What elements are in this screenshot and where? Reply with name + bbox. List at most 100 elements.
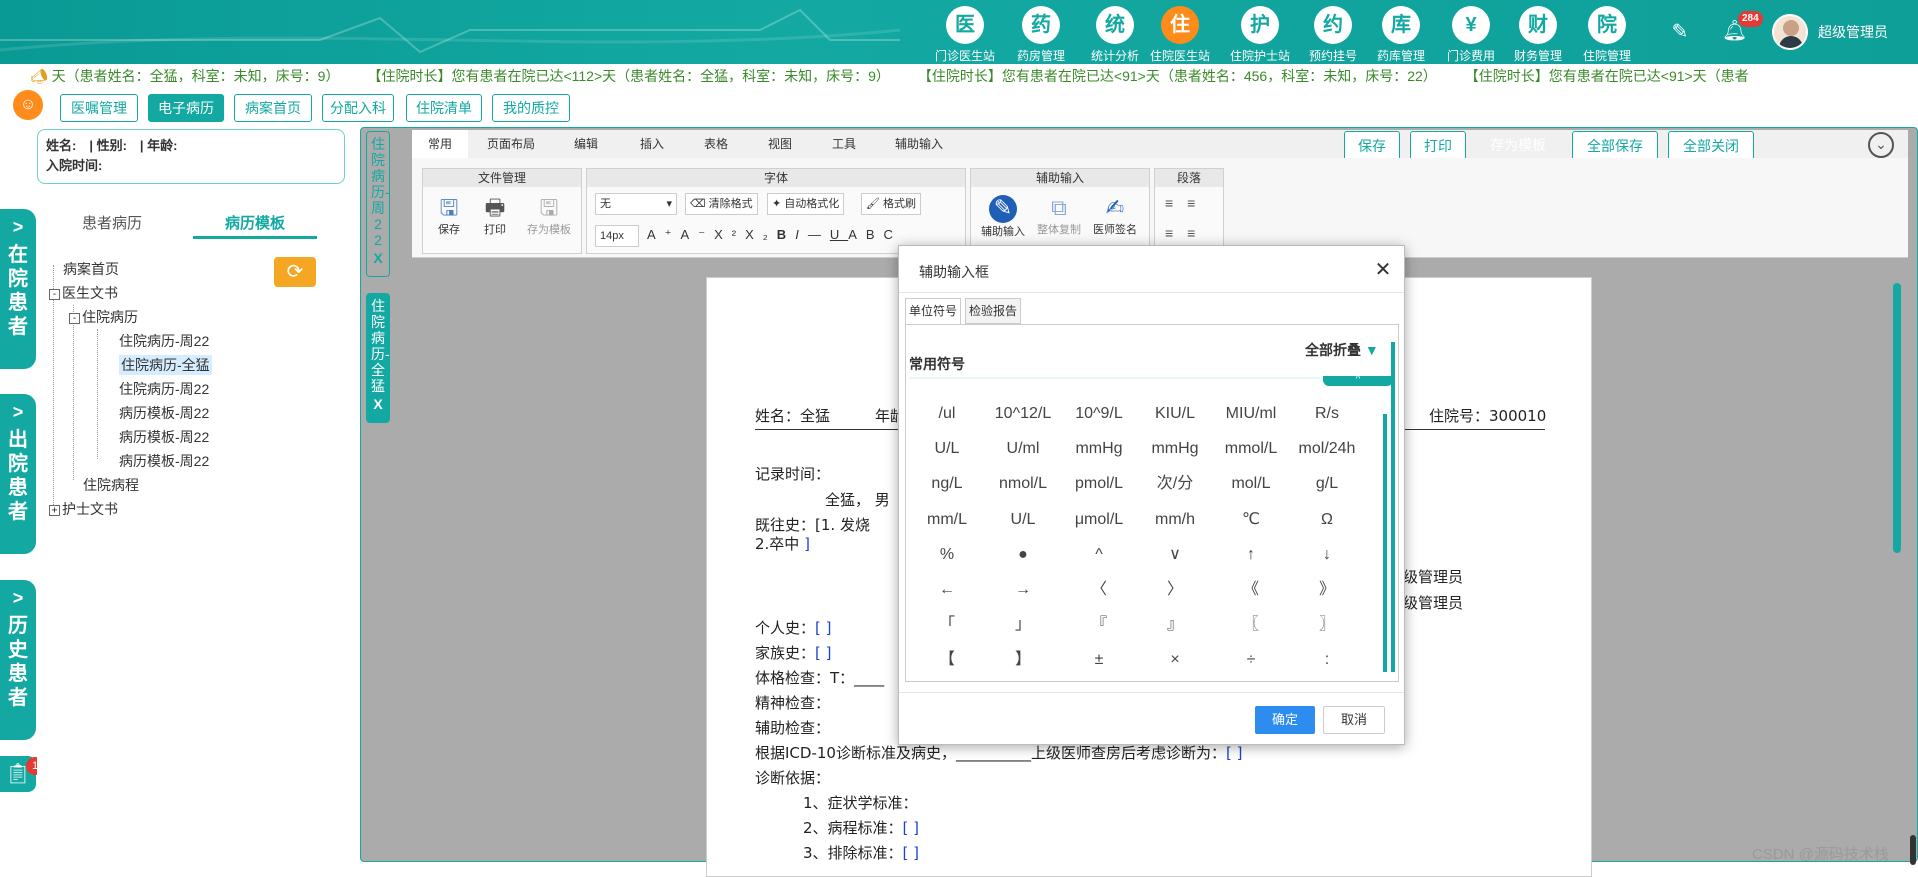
tree-node[interactable]: 病历模板-周22 <box>119 427 209 447</box>
tab-record-templates[interactable]: 病历模板 <box>193 209 317 239</box>
tree-node[interactable]: - 住院病历 <box>69 307 138 327</box>
side-tab-history[interactable]: > 历史患者 <box>0 580 36 740</box>
symbol-option[interactable]: U/ml <box>985 435 1061 463</box>
symbol-option[interactable]: mm/h <box>1137 506 1213 534</box>
collapse-icon[interactable]: - <box>69 312 80 324</box>
symbol-option[interactable]: R/s <box>1289 400 1365 428</box>
close-icon[interactable]: ✕ <box>1371 258 1395 282</box>
tree-node[interactable]: + 护士文书 <box>49 499 118 519</box>
collapse-ribbon-icon[interactable]: ⌄ <box>1868 132 1894 158</box>
align-icons[interactable]: ≡≡ <box>1165 225 1209 241</box>
symbol-option[interactable]: 】 <box>985 646 1061 674</box>
nav-item[interactable]: 住住院医生站 <box>1142 4 1218 63</box>
field-bracket[interactable]: [ ] <box>815 644 831 662</box>
symbol-option[interactable]: μmol/L <box>1061 506 1137 534</box>
tree-node[interactable]: 住院病历-全猛 <box>119 355 212 375</box>
symbol-option[interactable]: 10^9/L <box>1061 400 1137 428</box>
symbol-option[interactable]: mol/L <box>1213 470 1289 498</box>
format-clear-button[interactable]: ⌫ 清除格式 <box>685 193 758 215</box>
symbol-option[interactable]: mm/L <box>909 506 985 534</box>
nav-item[interactable]: 护住院护士站 <box>1222 4 1298 63</box>
symbol-option[interactable]: KIU/L <box>1137 400 1213 428</box>
symbol-option[interactable]: × <box>1137 646 1213 674</box>
tab-unit-symbols[interactable]: 单位符号 <box>905 298 961 324</box>
symbol-option[interactable]: 『 <box>1061 611 1137 639</box>
tab-patient-records[interactable]: 患者病历 <box>47 209 177 239</box>
refresh-button[interactable]: ⟳ <box>274 257 316 287</box>
side-tab-discharged[interactable]: > 出院患者 <box>0 394 36 554</box>
nav-item[interactable]: 药药房管理 <box>1003 4 1079 63</box>
action-button[interactable]: 全部保存 <box>1572 131 1658 161</box>
nav-item[interactable]: 院住院管理 <box>1569 4 1645 63</box>
symbol-option[interactable]: ∨ <box>1137 541 1213 569</box>
top-tab[interactable]: 医嘱管理 <box>60 94 138 122</box>
ribbon-tab[interactable]: 工具 <box>812 130 876 158</box>
ribbon-print-button[interactable]: 🖶 打印 <box>475 195 515 237</box>
symbol-option[interactable]: pmol/L <box>1061 470 1137 498</box>
nav-item[interactable]: 约预约挂号 <box>1295 4 1371 63</box>
aux-input-button[interactable]: ✎ 辅助输入 <box>977 195 1029 239</box>
nav-item[interactable]: 医门诊医生站 <box>927 4 1003 63</box>
ribbon-tab[interactable]: 辅助输入 <box>878 130 960 158</box>
close-icon[interactable]: X <box>367 396 389 412</box>
tree-node[interactable]: 住院病程 <box>83 475 139 495</box>
ribbon-tab[interactable]: 编辑 <box>554 130 618 158</box>
action-button[interactable]: 存为模板 <box>1476 131 1560 161</box>
tab-lab-report[interactable]: 检验报告 <box>965 298 1021 324</box>
symbol-option[interactable]: ↓ <box>1289 541 1365 569</box>
symbol-option[interactable]: mmol/L <box>1213 435 1289 463</box>
symbol-option[interactable]: 》 <box>1289 576 1365 604</box>
symbol-option[interactable]: ÷ <box>1213 646 1289 674</box>
symbol-option[interactable]: mmHg <box>1061 435 1137 463</box>
tree-node[interactable]: 病历模板-周22 <box>119 451 209 471</box>
symbol-option[interactable]: ^ <box>1061 541 1137 569</box>
symbol-option[interactable]: ← <box>909 576 985 604</box>
symbol-option[interactable]: 「 <box>909 611 985 639</box>
symbol-option[interactable]: 10^12/L <box>985 400 1061 428</box>
side-tab-in-hospital[interactable]: > 在院患者 <box>0 209 36 369</box>
nav-item[interactable]: 库药库管理 <box>1363 4 1439 63</box>
tree-node[interactable]: 住院病历-周22 <box>119 331 209 351</box>
page-scrollbar[interactable] <box>1910 835 1916 865</box>
tree-node[interactable]: 病案首页 <box>63 259 119 279</box>
symbol-option[interactable]: ℃ <box>1213 506 1289 534</box>
symbol-option[interactable]: Ω <box>1289 506 1365 534</box>
top-tab[interactable]: 住院清单 <box>406 94 482 122</box>
avatar[interactable] <box>1772 14 1808 50</box>
top-tab[interactable]: 分配入科 <box>322 94 394 122</box>
user-name[interactable]: 超级管理员 <box>1818 22 1888 42</box>
ribbon-save-button[interactable]: 🖫 保存 <box>429 195 469 237</box>
ribbon-tab[interactable]: 表格 <box>684 130 748 158</box>
symbol-option[interactable]: ↑ <box>1213 541 1289 569</box>
nav-item[interactable]: 财财务管理 <box>1500 4 1576 63</box>
close-icon[interactable]: X <box>367 250 389 266</box>
top-tab[interactable]: 电子病历 <box>148 94 224 122</box>
symbol-option[interactable]: MIU/ml <box>1213 400 1289 428</box>
symbol-option[interactable]: 」 <box>985 611 1061 639</box>
ribbon-tab[interactable]: 常用 <box>412 130 468 158</box>
symbol-option[interactable]: nmol/L <box>985 470 1061 498</box>
auto-format-button[interactable]: ✦ 自动格式化 <box>767 193 845 215</box>
format-painter-button[interactable]: 🖌︎ 格式刷 <box>861 193 922 215</box>
edit-icon[interactable]: ✎ <box>1668 20 1692 44</box>
doc-tab[interactable]: 住院病历-全猛 X <box>366 293 390 423</box>
symbol-option[interactable]: → <box>985 576 1061 604</box>
ribbon-tab[interactable]: 插入 <box>620 130 684 158</box>
symbol-option[interactable]: 〈 <box>1061 576 1137 604</box>
confirm-button[interactable]: 确定 <box>1255 706 1315 734</box>
editor-scrollbar[interactable] <box>1893 283 1901 553</box>
ribbon-tab[interactable]: 视图 <box>748 130 812 158</box>
symbol-option[interactable]: 〖 <box>1213 611 1289 639</box>
collapse-icon[interactable]: - <box>49 288 60 300</box>
field-bracket[interactable]: [ ] <box>1226 744 1242 762</box>
align-icons[interactable]: ≡≡ <box>1165 195 1209 211</box>
font-size-select[interactable]: 14px <box>595 225 639 247</box>
symbol-option[interactable]: /ul <box>909 400 985 428</box>
symbol-option[interactable]: mol/24h <box>1289 435 1365 463</box>
doc-tab[interactable]: 住院病历-周22 X <box>366 131 390 277</box>
expand-icon[interactable]: + <box>49 504 60 516</box>
symbol-option[interactable]: : <box>1289 646 1365 674</box>
section-collapse-tab[interactable]: ^ <box>1323 375 1393 386</box>
action-button[interactable]: 打印 <box>1410 131 1466 161</box>
symbol-option[interactable]: ± <box>1061 646 1137 674</box>
